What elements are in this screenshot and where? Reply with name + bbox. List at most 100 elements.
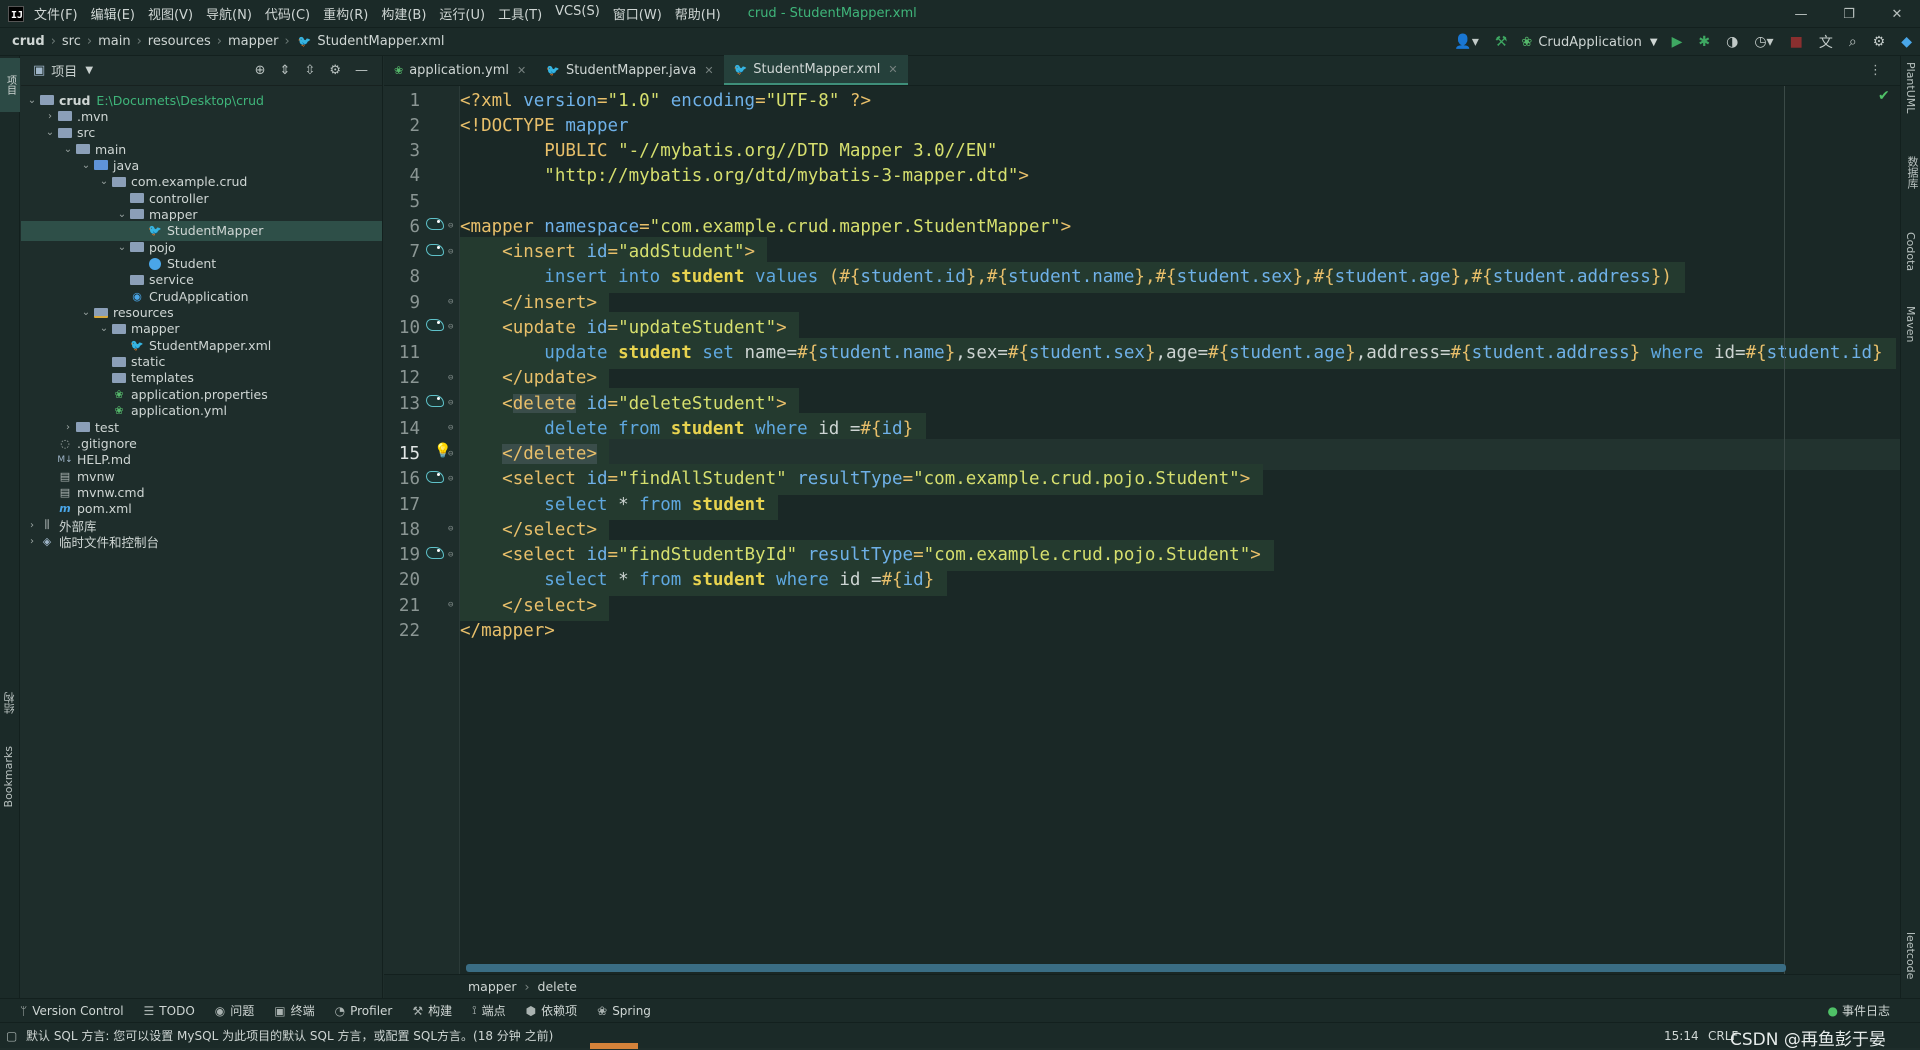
menu-item[interactable]: VCS(S) bbox=[555, 4, 600, 23]
menu-item[interactable]: 视图(V) bbox=[148, 4, 193, 23]
fold-icon[interactable]: ⊖ bbox=[448, 297, 453, 307]
caret-position[interactable]: 15:14 bbox=[1664, 1029, 1699, 1043]
status-toggle-icon[interactable]: ▢ bbox=[6, 1029, 17, 1043]
menu-item[interactable]: 文件(F) bbox=[34, 4, 78, 23]
close-button[interactable]: ✕ bbox=[1874, 0, 1920, 28]
tool-window-button[interactable]: ᛘ Version Control bbox=[20, 1004, 124, 1018]
tree-node[interactable]: › ◈ 临时文件和控制台 bbox=[21, 531, 382, 551]
fold-icon[interactable]: ⊖ bbox=[448, 247, 453, 257]
locate-icon[interactable]: ⊕ bbox=[255, 63, 266, 78]
fold-icon[interactable]: ⊖ bbox=[448, 550, 453, 560]
minimize-button[interactable]: — bbox=[1778, 0, 1824, 28]
tool-window-button[interactable]: ◉ 问题 bbox=[215, 1002, 255, 1019]
chevron-right-icon[interactable]: › bbox=[25, 536, 39, 547]
menu-item[interactable]: 帮助(H) bbox=[675, 4, 721, 23]
chevron-down-icon[interactable]: ▼ bbox=[85, 65, 93, 76]
hide-icon[interactable]: — bbox=[355, 63, 368, 78]
chevron-down-icon[interactable]: ⌄ bbox=[97, 176, 111, 187]
breadcrumb-item[interactable]: delete bbox=[538, 979, 577, 994]
breadcrumb-item[interactable]: src bbox=[62, 34, 81, 49]
menu-item[interactable]: 窗口(W) bbox=[613, 4, 662, 23]
breadcrumb-item[interactable]: StudentMapper.xml bbox=[317, 34, 444, 49]
tool-window-button[interactable]: ☰ TODO bbox=[144, 1004, 195, 1018]
chevron-down-icon[interactable]: ⌄ bbox=[115, 242, 129, 253]
structure-tool-tab[interactable]: 结构 bbox=[2, 692, 18, 714]
code-line[interactable]: insert into student values (#{student.id… bbox=[460, 261, 1686, 293]
fold-icon[interactable]: ⊖ bbox=[448, 373, 453, 383]
collapse-all-icon[interactable]: ⇳ bbox=[304, 63, 315, 78]
breadcrumb-item[interactable]: resources bbox=[148, 34, 211, 49]
menu-item[interactable]: 编辑(E) bbox=[91, 4, 135, 23]
chevron-right-icon[interactable]: › bbox=[25, 520, 39, 531]
menu-item[interactable]: 代码(C) bbox=[265, 4, 310, 23]
editor-tab[interactable]: ❀ application.yml ✕ bbox=[384, 55, 536, 85]
tool-window-button[interactable]: ⬢ 依赖项 bbox=[526, 1002, 578, 1019]
database-tool-tab[interactable]: 数据库 bbox=[1904, 156, 1920, 189]
plantuml-tool-tab[interactable]: PlantUML bbox=[1904, 62, 1917, 113]
user-icon[interactable]: 👤▾ bbox=[1454, 34, 1478, 50]
breadcrumb-item[interactable]: mapper bbox=[468, 979, 517, 994]
editor-tab[interactable]: 🐦 StudentMapper.java ✕ bbox=[536, 55, 723, 85]
mybatis-navigate-icon[interactable] bbox=[426, 393, 446, 411]
code-line[interactable]: update student set name=#{student.name},… bbox=[460, 337, 1897, 369]
code-line[interactable]: "http://mybatis.org/dtd/mybatis-3-mapper… bbox=[460, 161, 1029, 192]
fold-icon[interactable]: ⊖ bbox=[448, 600, 453, 610]
fold-icon[interactable]: ⊖ bbox=[448, 398, 453, 408]
breadcrumb-item[interactable]: crud bbox=[12, 34, 45, 49]
project-panel-title[interactable]: 项目 bbox=[51, 61, 77, 80]
run-configuration-selector[interactable]: ❀ CrudApplication ▼ bbox=[1515, 31, 1663, 53]
tool-window-button[interactable]: ◔ Profiler bbox=[335, 1004, 393, 1018]
event-log-button[interactable]: ● 事件日志 bbox=[1828, 1002, 1891, 1019]
profile-icon[interactable]: ◷▾ bbox=[1754, 34, 1773, 50]
more-tabs-icon[interactable]: ⋮ bbox=[1869, 63, 1882, 78]
mybatis-navigate-icon[interactable] bbox=[426, 469, 446, 487]
translate-icon[interactable]: 文 bbox=[1819, 32, 1833, 52]
tool-window-button[interactable]: ❀ Spring bbox=[597, 1004, 651, 1018]
fold-icon[interactable]: ⊖ bbox=[448, 524, 453, 534]
chevron-down-icon[interactable]: ⌄ bbox=[61, 144, 75, 155]
chevron-right-icon[interactable]: › bbox=[61, 422, 75, 433]
tool-window-button[interactable]: ⚒ 构建 bbox=[412, 1002, 452, 1019]
menu-item[interactable]: 构建(B) bbox=[381, 4, 426, 23]
restore-button[interactable]: ❐ bbox=[1826, 0, 1872, 28]
build-hammer-icon[interactable]: ⚒ bbox=[1495, 34, 1508, 50]
menu-item[interactable]: 导航(N) bbox=[206, 4, 252, 23]
mybatis-navigate-icon[interactable] bbox=[426, 216, 446, 234]
codota-tool-tab[interactable]: Codota bbox=[1904, 232, 1917, 271]
fold-icon[interactable]: ⊖ bbox=[448, 474, 453, 484]
fold-icon[interactable]: ⊖ bbox=[448, 449, 453, 459]
close-tab-icon[interactable]: ✕ bbox=[704, 64, 713, 77]
coverage-icon[interactable]: ◑ bbox=[1726, 34, 1738, 50]
breadcrumb-item[interactable]: main bbox=[98, 34, 130, 49]
run-icon[interactable]: ▶ bbox=[1672, 34, 1683, 50]
code-editor[interactable]: <?xml version="1.0" encoding="UTF-8" ?> <… bbox=[460, 86, 1900, 974]
debug-icon[interactable]: ✱ bbox=[1698, 34, 1710, 50]
chevron-down-icon[interactable]: ⌄ bbox=[97, 323, 111, 334]
chevron-right-icon[interactable]: › bbox=[43, 111, 57, 122]
chevron-down-icon[interactable]: ⌄ bbox=[79, 307, 93, 318]
project-tool-tab[interactable]: 项目 bbox=[0, 58, 20, 112]
close-tab-icon[interactable]: ✕ bbox=[888, 63, 897, 76]
chevron-down-icon[interactable]: ⌄ bbox=[79, 160, 93, 171]
mybatis-navigate-icon[interactable] bbox=[426, 545, 446, 563]
tool-window-button[interactable]: ▣ 终端 bbox=[274, 1002, 314, 1019]
chevron-down-icon[interactable]: ⌄ bbox=[43, 127, 57, 138]
menu-item[interactable]: 重构(R) bbox=[323, 4, 368, 23]
stop-icon[interactable]: ■ bbox=[1790, 34, 1803, 50]
settings-gear-icon[interactable]: ⚙ bbox=[329, 63, 341, 78]
bookmarks-tool-tab[interactable]: Bookmarks bbox=[2, 746, 15, 807]
plugin-icon[interactable]: ◆ bbox=[1901, 34, 1912, 50]
mybatis-navigate-icon[interactable] bbox=[426, 242, 446, 260]
menu-item[interactable]: 运行(U) bbox=[439, 4, 485, 23]
fold-icon[interactable]: ⊖ bbox=[448, 423, 453, 433]
expand-all-icon[interactable]: ⇕ bbox=[280, 63, 291, 78]
leetcode-tool-tab[interactable]: leetcode bbox=[1904, 932, 1917, 979]
fold-icon[interactable]: ⊖ bbox=[448, 221, 453, 231]
editor-tab[interactable]: 🐦 StudentMapper.xml ✕ bbox=[723, 55, 908, 85]
fold-icon[interactable]: ⊖ bbox=[448, 322, 453, 332]
chevron-down-icon[interactable]: ⌄ bbox=[115, 209, 129, 220]
search-icon[interactable]: ⌕ bbox=[1849, 34, 1857, 50]
tool-window-button[interactable]: ⟟ 端点 bbox=[472, 1002, 505, 1019]
close-tab-icon[interactable]: ✕ bbox=[517, 64, 526, 77]
maven-tool-tab[interactable]: Maven bbox=[1904, 306, 1917, 342]
